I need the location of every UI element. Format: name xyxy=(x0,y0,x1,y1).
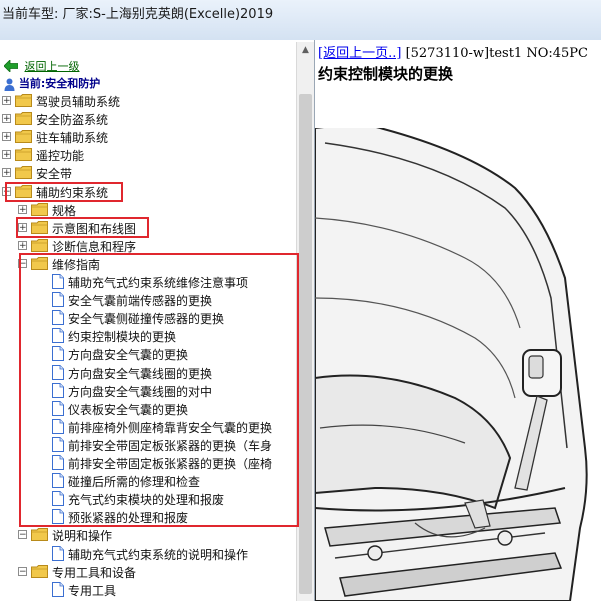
tree-item-label[interactable]: 前排安全带固定板张紧器的更换（座椅 xyxy=(68,455,272,472)
document-icon xyxy=(52,346,64,362)
folder-icon xyxy=(15,112,32,126)
tree-item-label[interactable]: 诊断信息和程序 xyxy=(52,238,136,255)
tree-item-label[interactable]: 方向盘安全气囊的更换 xyxy=(68,346,188,363)
tree-item-label[interactable]: 方向盘安全气囊线圈的更换 xyxy=(68,365,212,382)
back-up-level-row[interactable]: 返回上一级 xyxy=(4,58,80,74)
tree-item-label[interactable]: 示意图和布线图 xyxy=(52,220,136,237)
expand-icon[interactable]: + xyxy=(18,204,27,214)
document-icon xyxy=(52,436,64,452)
folder-icon xyxy=(15,94,32,107)
title-bar: 当前车型: 厂家:S-上海别克英朗(Excelle)2019 xyxy=(0,0,601,41)
collapse-icon[interactable]: − xyxy=(18,258,27,268)
expand-icon[interactable]: + xyxy=(2,96,11,106)
folder-icon xyxy=(15,130,32,144)
folder-icon xyxy=(15,166,32,180)
tree-item-label[interactable]: 预张紧器的处理和报废 xyxy=(68,509,188,526)
tree-item-label[interactable]: 说明和操作 xyxy=(52,527,112,544)
tree-item-label[interactable]: 维修指南 xyxy=(52,256,100,273)
folder-icon xyxy=(31,220,48,234)
tree-item-label[interactable]: 约束控制模块的更换 xyxy=(68,328,176,345)
folder-icon xyxy=(31,202,48,216)
document-icon xyxy=(52,509,64,525)
tree-item-label[interactable]: 仪表板安全气囊的更换 xyxy=(68,401,188,418)
expand-icon[interactable]: + xyxy=(2,114,11,124)
document-header: [返回上一页..] [5273110-w]test1 NO:45PC xyxy=(318,42,588,61)
collapse-icon[interactable]: − xyxy=(2,186,11,196)
tree-item-label[interactable]: 充气式约束模块的处理和报废 xyxy=(68,491,224,508)
back-arrow-icon xyxy=(4,60,18,72)
tree-item-label[interactable]: 辅助充气式约束系统的说明和操作 xyxy=(68,546,248,563)
user-icon xyxy=(4,78,15,91)
folder-icon xyxy=(31,238,48,252)
tree-item-label[interactable]: 安全气囊前端传感器的更换 xyxy=(68,292,212,309)
current-location: 当前:安全和防护 xyxy=(4,75,100,91)
folder-icon xyxy=(31,528,48,542)
folder-icon xyxy=(15,184,32,198)
document-icon xyxy=(52,455,64,470)
document-icon xyxy=(52,581,64,597)
document-icon xyxy=(52,274,64,289)
document-icon xyxy=(52,545,64,561)
back-up-level-link[interactable]: 返回上一级 xyxy=(25,60,80,73)
tree-item-label[interactable]: 前排安全带固定板张紧器的更换（车身 xyxy=(68,437,272,454)
tree-item-label[interactable]: 碰撞后所需的修理和检查 xyxy=(68,473,200,490)
tree-item-label[interactable]: 安全防盗系统 xyxy=(36,111,108,128)
document-icon xyxy=(52,310,64,326)
expand-icon[interactable]: + xyxy=(2,168,11,178)
navigation-tree-pane: + 驾驶员辅助系统 + 安全防盗系统 + 驻车辅助系统 + 遥控功能 + 安全带 − 辅助约束系统 + 规… xyxy=(0,40,315,601)
document-icon xyxy=(52,292,64,308)
seat-illustration xyxy=(315,128,601,601)
document-icon xyxy=(52,418,64,434)
document-icon xyxy=(52,364,64,380)
scrollbar-thumb[interactable] xyxy=(299,94,312,594)
document-icon xyxy=(52,328,64,344)
back-page-link[interactable]: [返回上一页..] xyxy=(318,46,401,61)
tree-item-label[interactable]: 方向盘安全气囊线圈的对中 xyxy=(68,383,212,400)
document-icon xyxy=(52,491,64,507)
document-info: [5273110-w]test1 NO:45PC xyxy=(405,46,588,61)
tree-item-label[interactable]: 前排座椅外侧座椅靠背安全气囊的更换 xyxy=(68,419,272,436)
tree-item-label[interactable]: 驻车辅助系统 xyxy=(36,129,108,146)
folder-icon xyxy=(31,256,48,270)
scroll-up-arrow-icon[interactable]: ▲ xyxy=(297,42,314,58)
folder-icon xyxy=(31,564,48,578)
tree-scrollbar[interactable]: ▲ xyxy=(296,42,314,601)
tree-item-label[interactable]: 辅助约束系统 xyxy=(36,184,108,201)
expand-icon[interactable]: + xyxy=(2,150,11,160)
tree-item-label[interactable]: 规格 xyxy=(52,202,76,219)
expand-icon[interactable]: + xyxy=(18,240,27,250)
collapse-icon[interactable]: − xyxy=(18,530,27,540)
collapse-icon[interactable]: − xyxy=(18,566,27,576)
tree-item-label[interactable]: 专用工具 xyxy=(68,582,116,599)
tree-item-label[interactable]: 遥控功能 xyxy=(36,147,84,164)
document-icon xyxy=(52,400,64,416)
tree-item-label[interactable]: 辅助充气式约束系统维修注意事项 xyxy=(68,274,248,291)
document-title: 约束控制模块的更换 xyxy=(318,65,454,83)
document-icon xyxy=(52,473,64,489)
tree-item-label[interactable]: 安全气囊侧碰撞传感器的更换 xyxy=(68,310,224,327)
expand-icon[interactable]: + xyxy=(2,132,11,142)
folder-icon xyxy=(15,148,32,162)
tree-item-label[interactable]: 专用工具和设备 xyxy=(52,564,136,581)
current-location-label: 当前:安全和防护 xyxy=(18,77,101,90)
document-content-pane: [返回上一页..] [5273110-w]test1 NO:45PC 约束控制模… xyxy=(315,40,601,601)
tree-item-label[interactable]: 安全带 xyxy=(36,165,72,182)
expand-icon[interactable]: + xyxy=(18,222,27,232)
tree-item-label[interactable]: 驾驶员辅助系统 xyxy=(36,93,120,110)
document-icon xyxy=(52,382,64,398)
window-title: 当前车型: 厂家:S-上海别克英朗(Excelle)2019 xyxy=(2,7,274,22)
